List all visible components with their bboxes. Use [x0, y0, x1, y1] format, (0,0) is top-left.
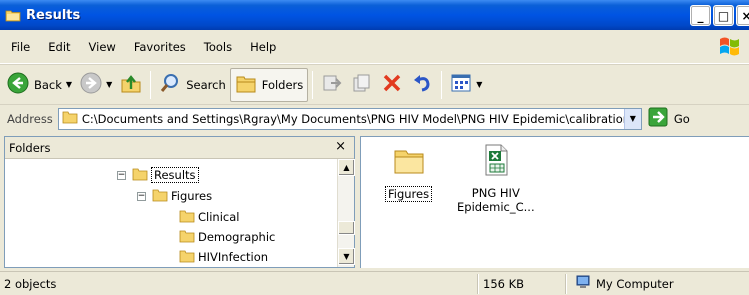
file-name: PNG HIV Epidemic_C... [457, 186, 535, 214]
forward-button[interactable]: ▼ [76, 68, 116, 102]
tree-item-label: Clinical [198, 210, 240, 224]
views-dropdown-icon[interactable]: ▼ [476, 80, 482, 89]
views-button[interactable]: ▼ [446, 68, 486, 102]
toolbar: Back ▼ ▼ Search Folders ▼ [0, 64, 749, 104]
address-path: C:\Documents and Settings\Rgray\My Docum… [81, 111, 642, 126]
windows-logo-icon [715, 34, 745, 60]
close-icon[interactable]: × [335, 139, 346, 154]
title-bar[interactable]: Results _ □ × [0, 0, 749, 30]
scroll-thumb[interactable] [338, 221, 355, 235]
folders-pane: Folders × − Results − Figures Clinical D… [4, 136, 355, 268]
status-location-label: My Computer [596, 276, 674, 291]
folders-pane-header: Folders × [5, 137, 354, 159]
minimize-button[interactable]: _ [690, 5, 711, 26]
forward-arrow-icon [80, 72, 102, 97]
search-button[interactable]: Search [155, 68, 230, 102]
search-label: Search [186, 77, 226, 92]
search-icon [159, 72, 181, 97]
undo-icon [411, 72, 433, 97]
copy-to-button[interactable] [347, 68, 377, 102]
status-object-count: 2 objects [0, 273, 478, 294]
scroll-up-icon[interactable]: ▲ [338, 159, 355, 176]
folder-icon [152, 188, 168, 205]
scroll-down-icon[interactable]: ▼ [338, 248, 355, 265]
back-arrow-icon [7, 72, 29, 97]
views-icon [450, 72, 472, 97]
folder-icon [179, 249, 195, 266]
tree-item-figures[interactable]: − Figures [137, 186, 212, 206]
folder-icon [132, 167, 148, 184]
file-item-excel[interactable]: PNG HIV Epidemic_C... [457, 143, 535, 214]
tree-item-label: HIVInfection [198, 250, 269, 264]
toolbar-separator [312, 70, 314, 99]
folder-tree[interactable]: − Results − Figures Clinical Demographic [5, 159, 354, 267]
back-button[interactable]: Back ▼ [3, 68, 76, 102]
close-button[interactable]: × [736, 5, 749, 26]
delete-x-icon [381, 72, 403, 97]
copy-to-icon [351, 72, 373, 97]
computer-icon [575, 274, 591, 293]
maximize-button[interactable]: □ [713, 5, 734, 26]
address-label: Address [7, 111, 53, 126]
tree-item-label: Results [151, 167, 199, 183]
collapse-icon[interactable]: − [117, 170, 126, 180]
folders-pane-title: Folders [9, 140, 51, 155]
folder-icon [179, 209, 195, 226]
excel-file-icon [480, 143, 512, 180]
delete-button[interactable] [377, 68, 407, 102]
undo-button[interactable] [407, 68, 437, 102]
menu-tools[interactable]: Tools [195, 40, 241, 54]
folder-icon [62, 110, 78, 127]
address-dropdown-icon[interactable]: ▼ [623, 108, 641, 129]
file-name-line1: PNG HIV [471, 186, 520, 200]
file-list-view[interactable]: Figures PNG HIV Epidemic_C... [360, 136, 749, 268]
move-to-icon [321, 72, 343, 97]
go-label: Go [673, 111, 690, 126]
tree-item-label: Figures [171, 189, 213, 203]
folder-icon [393, 145, 425, 180]
menu-file[interactable]: File [8, 40, 39, 54]
vertical-scrollbar[interactable]: ▲ ▼ [337, 159, 355, 267]
tree-item-label: Demographic [198, 230, 276, 244]
file-name-line2: Epidemic_C... [457, 200, 535, 214]
menu-bar: File Edit View Favorites Tools Help [0, 30, 749, 64]
menu-edit[interactable]: Edit [39, 40, 79, 54]
menu-favorites[interactable]: Favorites [125, 40, 195, 54]
up-folder-icon [120, 72, 142, 97]
up-folder-button[interactable] [116, 68, 146, 102]
toolbar-separator [150, 70, 152, 99]
tree-item-results[interactable]: − Results [117, 165, 199, 185]
address-bar: Address C:\Documents and Settings\Rgray\… [0, 104, 749, 132]
move-to-button[interactable] [317, 68, 347, 102]
toolbar-separator [441, 70, 443, 99]
back-dropdown-icon[interactable]: ▼ [66, 80, 72, 89]
folders-label: Folders [261, 77, 304, 92]
forward-dropdown-icon[interactable]: ▼ [106, 80, 112, 89]
folders-icon [235, 72, 257, 97]
folders-button[interactable]: Folders [229, 67, 309, 102]
window-title: Results [26, 7, 81, 23]
address-input[interactable]: C:\Documents and Settings\Rgray\My Docum… [57, 107, 642, 130]
tree-item-demographic[interactable]: Demographic [179, 227, 275, 247]
menu-help[interactable]: Help [241, 40, 285, 54]
back-label: Back [34, 77, 62, 92]
status-location: My Computer [566, 273, 749, 294]
file-item-figures[interactable]: Figures [385, 145, 433, 202]
status-size: 156 KB [478, 273, 566, 294]
collapse-icon[interactable]: − [137, 191, 146, 201]
file-name: Figures [385, 186, 433, 202]
go-arrow-icon [648, 107, 668, 130]
status-bar: 2 objects 156 KB My Computer [0, 271, 749, 295]
go-button[interactable]: Go [648, 107, 690, 130]
tree-item-hivinfection[interactable]: HIVInfection [179, 247, 268, 267]
folder-icon [5, 7, 21, 23]
tree-item-clinical[interactable]: Clinical [179, 207, 239, 227]
menu-view[interactable]: View [80, 40, 125, 54]
folder-icon [179, 229, 195, 246]
